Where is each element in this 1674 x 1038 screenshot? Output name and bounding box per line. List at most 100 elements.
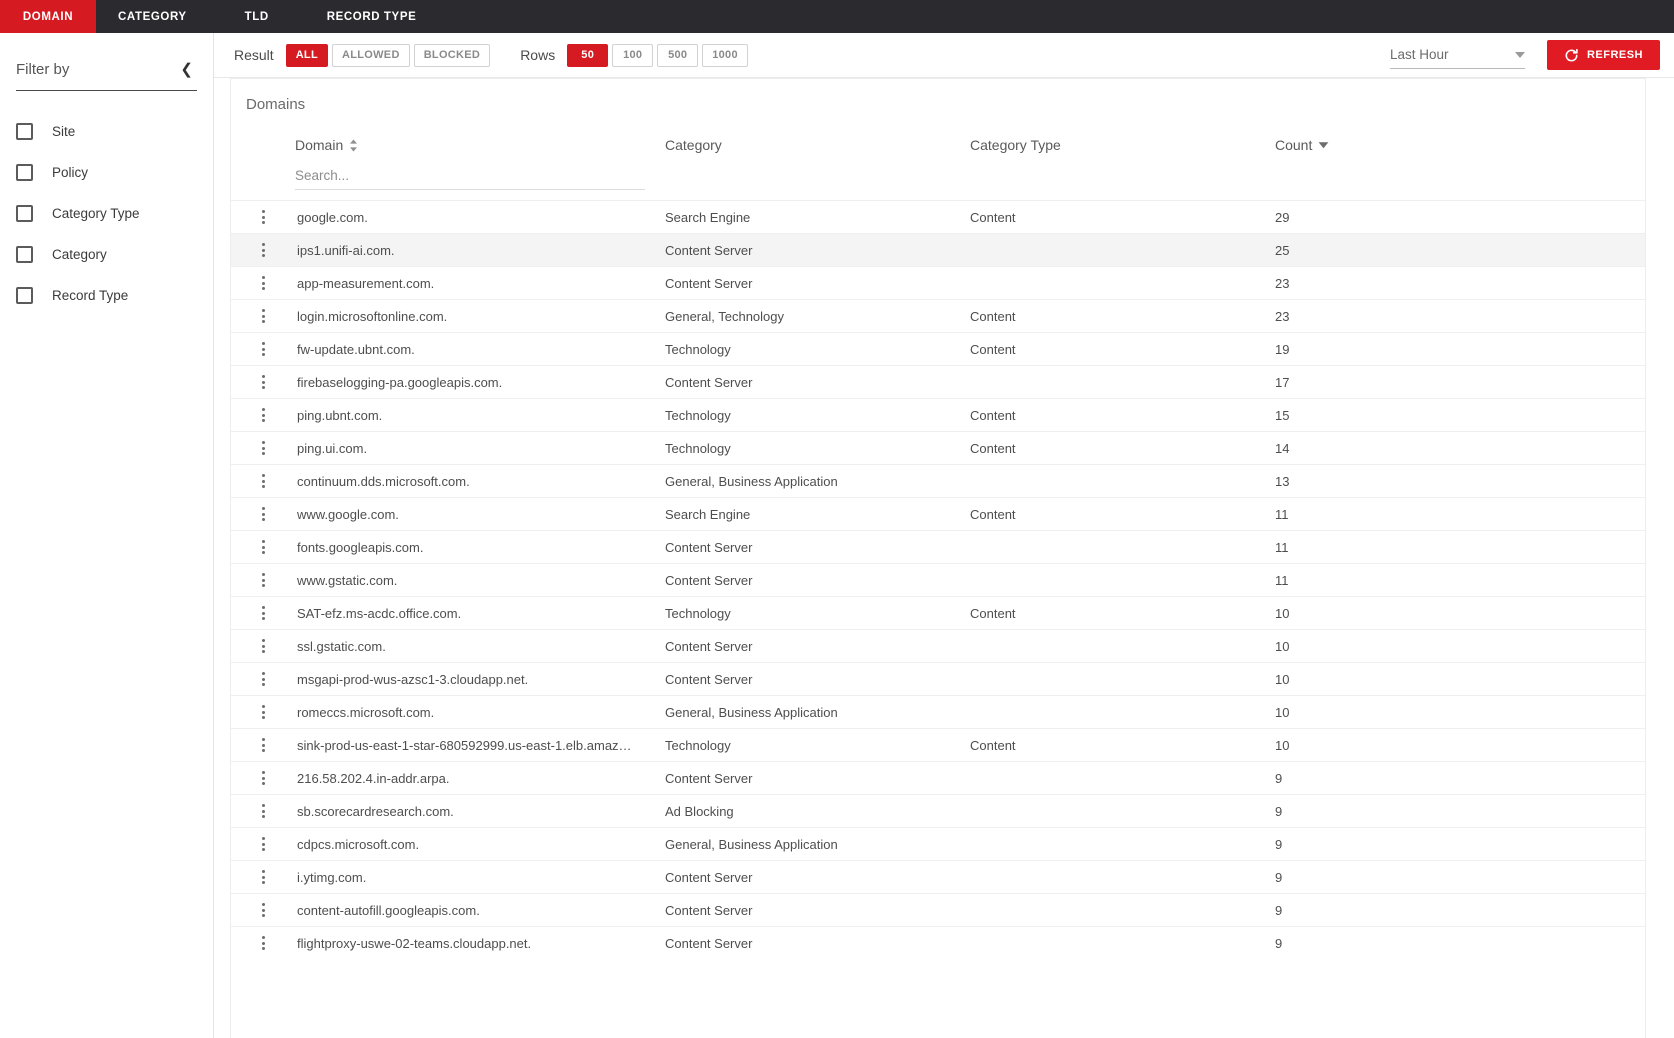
table-row[interactable]: SAT-efz.ms-acdc.office.com. Technology Con… — [231, 596, 1645, 630]
cell-category: Content Server — [665, 662, 970, 696]
result-option-blocked[interactable]: BLOCKED — [413, 43, 491, 67]
cell-category-type — [970, 464, 1275, 498]
cell-category-type: Content — [970, 299, 1275, 333]
search-input[interactable] — [295, 165, 645, 190]
table-row[interactable]: www.google.com. Search Engine Content 11 — [231, 497, 1645, 531]
kebab-menu-icon[interactable] — [261, 540, 265, 554]
filter-item-category[interactable]: Category — [16, 234, 197, 275]
table-row[interactable]: firebaselogging-pa.googleapis.com. Conten… — [231, 365, 1645, 399]
table-row[interactable]: sink-prod-us-east-1-star-680592999.us-ea… — [231, 728, 1645, 762]
kebab-menu-icon[interactable] — [261, 573, 265, 587]
filter-item-category-type[interactable]: Category Type — [16, 193, 197, 234]
header-domain[interactable]: Domain — [295, 125, 665, 165]
header-menu-spacer — [231, 125, 295, 165]
tab-record-type[interactable]: RECORD TYPE — [305, 0, 439, 33]
kebab-menu-icon[interactable] — [261, 243, 265, 257]
rows-segmented-control: 50 100 500 1000 — [567, 43, 752, 67]
kebab-menu-icon[interactable] — [261, 903, 265, 917]
kebab-menu-icon[interactable] — [261, 507, 265, 521]
kebab-menu-icon[interactable] — [261, 474, 265, 488]
table-row[interactable]: ping.ui.com. Technology Content 14 — [231, 431, 1645, 465]
table-row[interactable]: fw-update.ubnt.com. Technology Content 19 — [231, 332, 1645, 366]
cell-count: 10 — [1275, 662, 1645, 696]
result-option-allowed[interactable]: ALLOWED — [331, 43, 410, 67]
cell-count: 11 — [1275, 563, 1645, 597]
rows-option-1000[interactable]: 1000 — [702, 43, 748, 67]
rows-option-100[interactable]: 100 — [612, 43, 654, 67]
tab-category[interactable]: CATEGORY — [96, 0, 209, 33]
filter-item-record-type[interactable]: Record Type — [16, 275, 197, 316]
cell-domain: app-measurement.com. — [295, 266, 665, 300]
table-head: Domain Category Category Type Count Sear… — [231, 125, 1645, 200]
table-row[interactable]: continuum.dds.microsoft.com. General, Bus… — [231, 464, 1645, 498]
main-content: Result ALL ALLOWED BLOCKED Rows 50 100 500 10… — [214, 33, 1674, 1038]
filter-item-policy[interactable]: Policy — [16, 152, 197, 193]
table-row[interactable]: flightproxy-uswe-02-teams.cloudapp.net. C… — [231, 926, 1645, 960]
kebab-menu-icon[interactable] — [261, 342, 265, 356]
chevron-down-icon — [1514, 51, 1525, 58]
kebab-menu-icon[interactable] — [261, 936, 265, 951]
kebab-menu-icon[interactable] — [261, 309, 265, 323]
filter-item-site[interactable]: Site — [16, 111, 197, 152]
checkbox-site[interactable] — [16, 123, 33, 140]
kebab-menu-icon[interactable] — [261, 837, 265, 851]
kebab-menu-icon[interactable] — [261, 408, 265, 422]
header-domain-label: Domain — [295, 137, 344, 153]
table-row[interactable]: app-measurement.com. Content Server 23 — [231, 266, 1645, 300]
filter-item-label: Category — [52, 247, 107, 262]
refresh-button[interactable]: REFRESH — [1546, 40, 1660, 70]
checkbox-category[interactable] — [16, 246, 33, 263]
table-row[interactable]: sb.scorecardresearch.com. Ad Blocking 9 — [231, 794, 1645, 828]
header-count[interactable]: Count — [1275, 125, 1645, 165]
table-row[interactable]: ping.ubnt.com. Technology Content 15 — [231, 398, 1645, 432]
cell-category-type: Content — [970, 596, 1275, 630]
header-category-type[interactable]: Category Type — [970, 125, 1275, 165]
rows-option-500[interactable]: 500 — [657, 43, 699, 67]
rows-option-50[interactable]: 50 — [567, 43, 609, 67]
domains-panel: Domains Domain Category Category Type Co… — [214, 78, 1674, 1038]
header-category[interactable]: Category — [665, 125, 970, 165]
table-row[interactable]: romeccs.microsoft.com. General, Business … — [231, 695, 1645, 729]
table-row[interactable]: ssl.gstatic.com. Content Server 10 — [231, 629, 1645, 663]
kebab-menu-icon[interactable] — [261, 870, 265, 884]
search-row-blank-3 — [1275, 165, 1645, 200]
rows-label: Rows — [520, 47, 556, 63]
cell-category: Content Server — [665, 563, 970, 597]
table-row[interactable]: login.microsoftonline.com. General, Techn… — [231, 299, 1645, 333]
table-row[interactable]: content-autofill.googleapis.com. Content … — [231, 893, 1645, 927]
table-row[interactable]: 216.58.202.4.in-addr.arpa. Content Server… — [231, 761, 1645, 795]
table-row[interactable]: google.com. Search Engine Content 29 — [231, 200, 1645, 234]
kebab-menu-icon[interactable] — [261, 606, 265, 620]
search-cell — [295, 165, 665, 200]
kebab-menu-icon[interactable] — [261, 738, 265, 752]
table-row[interactable]: i.ytimg.com. Content Server 9 — [231, 860, 1645, 894]
result-option-all[interactable]: ALL — [285, 43, 328, 67]
cell-count: 23 — [1275, 299, 1645, 333]
search-row-blank-2 — [970, 165, 1275, 200]
row-menu-cell — [231, 431, 295, 465]
checkbox-policy[interactable] — [16, 164, 33, 181]
kebab-menu-icon[interactable] — [261, 804, 265, 818]
kebab-menu-icon[interactable] — [261, 276, 265, 290]
kebab-menu-icon[interactable] — [261, 375, 265, 389]
cell-domain: flightproxy-uswe-02-teams.cloudapp.net. — [295, 926, 665, 960]
kebab-menu-icon[interactable] — [261, 672, 265, 686]
checkbox-record-type[interactable] — [16, 287, 33, 304]
kebab-menu-icon[interactable] — [261, 441, 265, 455]
kebab-menu-icon[interactable] — [261, 705, 265, 719]
table-row[interactable]: fonts.googleapis.com. Content Server 11 — [231, 530, 1645, 564]
cell-category: General, Technology — [665, 299, 970, 333]
tab-domain[interactable]: DOMAIN — [0, 0, 96, 33]
chevron-left-icon[interactable]: ❮ — [176, 60, 197, 79]
row-menu-cell — [231, 794, 295, 828]
time-range-select[interactable]: Last Hour — [1389, 41, 1525, 69]
table-row[interactable]: msgapi-prod-wus-azsc1-3.cloudapp.net. Con… — [231, 662, 1645, 696]
table-row[interactable]: www.gstatic.com. Content Server 11 — [231, 563, 1645, 597]
table-row[interactable]: ips1.unifi-ai.com. Content Server 25 — [231, 233, 1645, 267]
tab-tld[interactable]: TLD — [209, 0, 305, 33]
kebab-menu-icon[interactable] — [261, 639, 265, 653]
table-row[interactable]: cdpcs.microsoft.com. General, Business Ap… — [231, 827, 1645, 861]
checkbox-category-type[interactable] — [16, 205, 33, 222]
kebab-menu-icon[interactable] — [261, 771, 265, 785]
kebab-menu-icon[interactable] — [261, 210, 265, 224]
